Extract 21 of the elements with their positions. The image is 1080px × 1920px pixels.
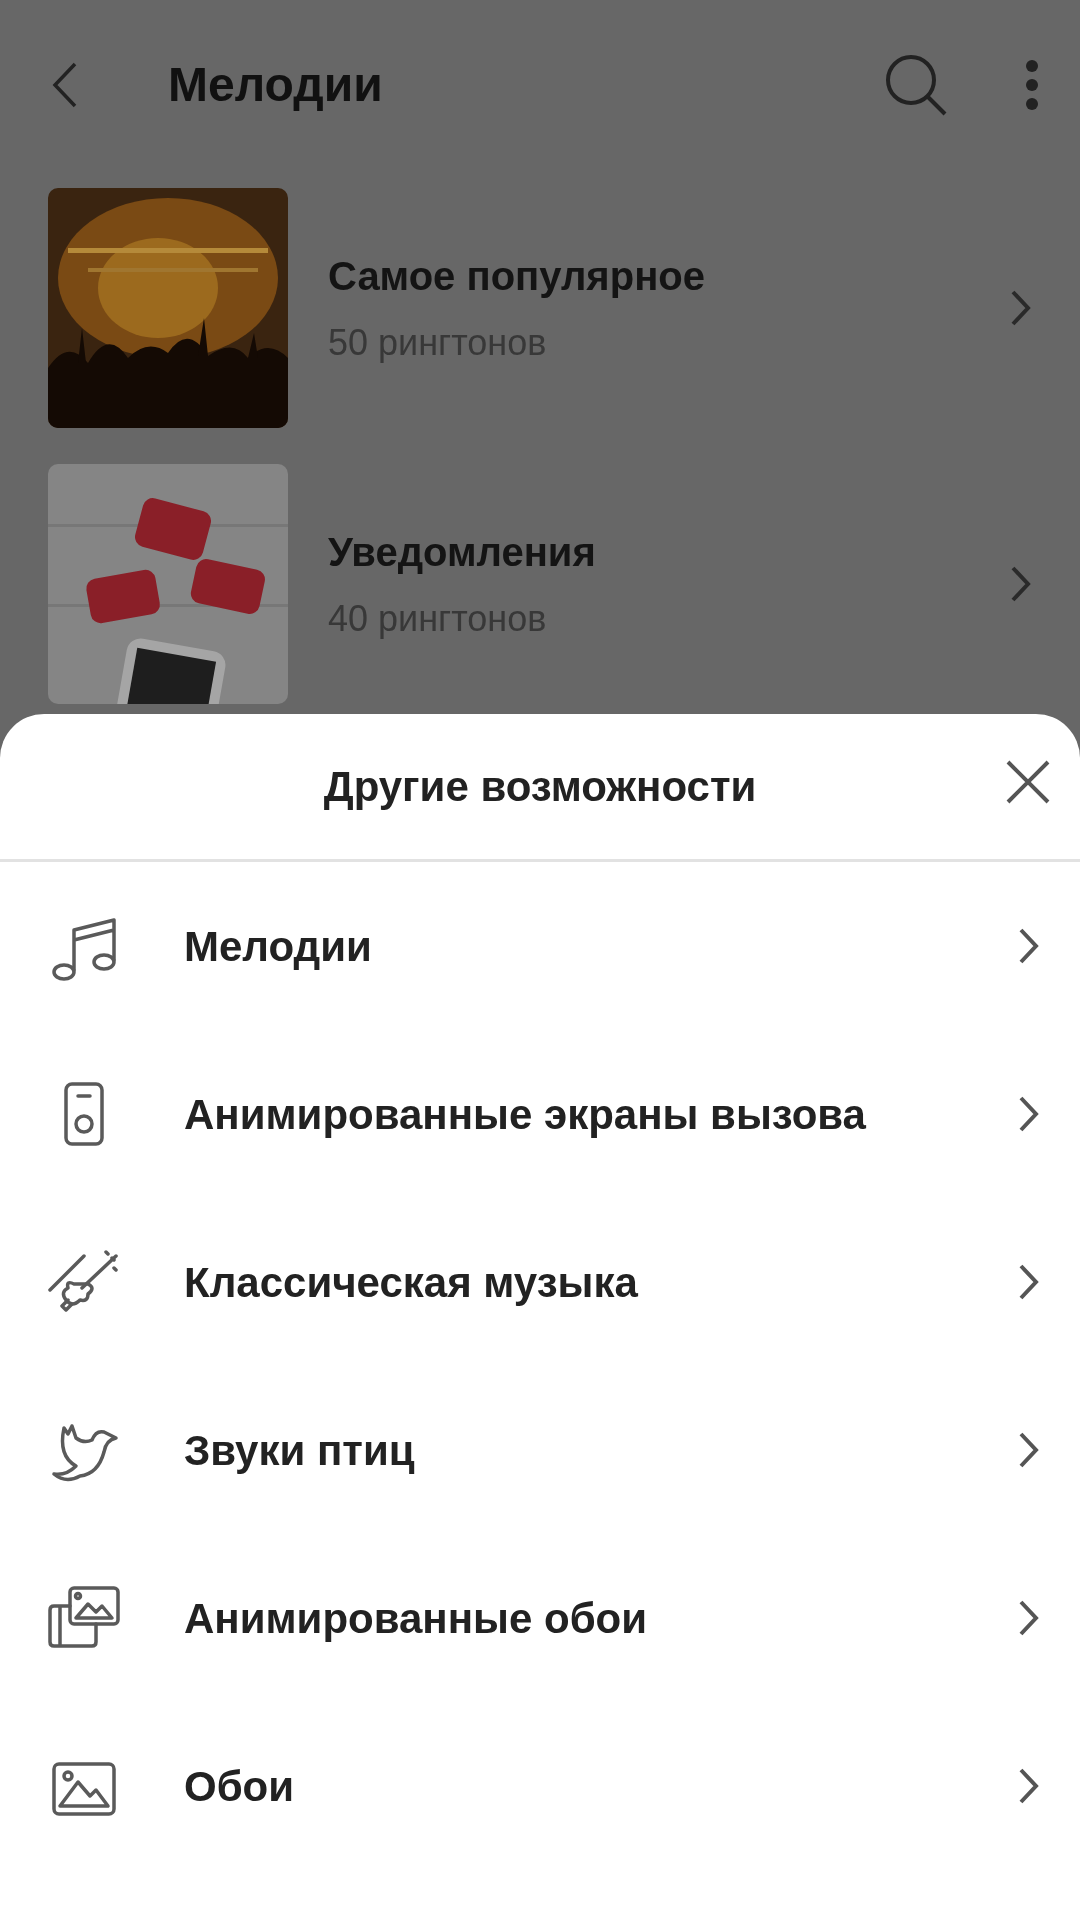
chevron-icon (1018, 1599, 1040, 1637)
menu-item[interactable]: Классическая музыка (184, 1250, 638, 1314)
menu-item[interactable]: Мелодии (184, 914, 372, 978)
chevron-icon (1018, 1767, 1040, 1805)
screen-title: Мелодии (168, 57, 383, 113)
menu-item[interactable]: Обои (184, 1754, 295, 1818)
close-button[interactable] (1004, 758, 1052, 806)
chevron-icon (1010, 565, 1032, 603)
chevron-icon (1018, 927, 1040, 965)
menu-item[interactable]: Звуки птиц (184, 1418, 415, 1482)
chevron-icon (1018, 1263, 1040, 1301)
category-title: Самое популярное (328, 253, 705, 300)
more-options-icon[interactable] (1024, 59, 1040, 111)
chevron-icon (1010, 289, 1032, 327)
search-icon[interactable] (884, 53, 948, 117)
chevron-icon (1018, 1431, 1040, 1469)
sheet-title: Другие возможности (323, 762, 757, 812)
menu-item[interactable]: Анимированные экраны вызова (184, 1082, 866, 1146)
menu-item[interactable]: Анимированные обои (184, 1586, 648, 1650)
category-title: Уведомления (328, 529, 596, 576)
chevron-icon (1018, 1095, 1040, 1133)
